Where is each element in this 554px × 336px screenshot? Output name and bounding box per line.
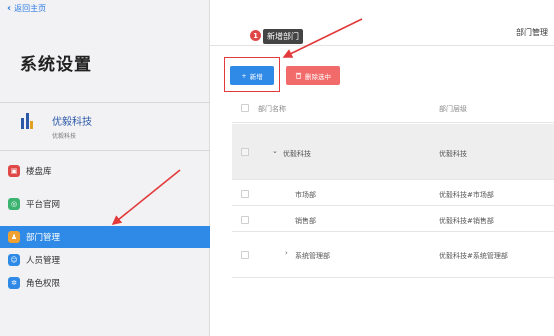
cell-department-name: 市场部 <box>295 191 316 199</box>
cell-department-name: 销售部 <box>295 217 316 225</box>
table-row[interactable]: 市场部 优毅科技#市场部 <box>232 181 554 206</box>
sidebar-item-roles[interactable]: ✲ 角色权限 <box>0 272 210 294</box>
org-subtitle: 优毅科技 <box>52 133 77 140</box>
column-header-level: 部门层级 <box>439 105 467 113</box>
sidebar-item-label: 平台官网 <box>26 200 61 210</box>
sidebar-item-department[interactable]: ♟ 部门管理 <box>0 226 210 248</box>
sidebar: ‹ 返回主页 系统设置 优毅科技 优毅科技 ▣ 楼盘库 ◎ 平台官网 ♟ 部门管… <box>0 0 210 336</box>
row-checkbox[interactable] <box>241 148 249 156</box>
sidebar-item-label: 人员管理 <box>26 256 61 266</box>
globe-icon: ◎ <box>8 198 20 210</box>
cell-department-level: 优毅科技#系统管理部 <box>439 252 508 260</box>
sidebar-item-people[interactable]: ☺ 人员管理 <box>0 249 210 271</box>
column-header-name: 部门名称 <box>258 105 286 113</box>
hint-tooltip: 新增部门 <box>263 29 303 44</box>
select-all-checkbox[interactable] <box>241 104 249 112</box>
org-logo-icon <box>21 113 33 129</box>
expander-icon[interactable]: › <box>285 249 288 257</box>
cell-department-name: 系统管理部 <box>295 252 330 260</box>
sidebar-divider <box>0 150 210 151</box>
row-checkbox[interactable] <box>241 251 249 259</box>
row-checkbox[interactable] <box>241 216 249 224</box>
sidebar-item-website[interactable]: ◎ 平台官网 <box>0 193 210 215</box>
cell-department-level: 优毅科技#销售部 <box>439 217 494 225</box>
sidebar-item-label: 角色权限 <box>26 279 61 289</box>
building-icon: ▣ <box>8 165 20 177</box>
role-icon: ✲ <box>8 277 20 289</box>
sidebar-item-label: 楼盘库 <box>26 167 52 177</box>
table-row[interactable]: 销售部 优毅科技#销售部 <box>232 207 554 232</box>
back-home-label: 返回主页 <box>14 4 47 13</box>
expander-icon[interactable]: ⌄ <box>272 147 278 155</box>
chevron-left-icon: ‹ <box>7 2 12 14</box>
page-title: 部门管理 <box>516 28 548 37</box>
sidebar-item-building-library[interactable]: ▣ 楼盘库 <box>0 160 210 182</box>
trash-icon <box>295 72 302 79</box>
delete-selected-button[interactable]: 删除选中 <box>286 66 340 85</box>
top-bar: 部门管理 <box>210 0 554 46</box>
cell-department-level: 优毅科技#市场部 <box>439 191 494 199</box>
table-row[interactable]: ⌄ 优毅科技 优毅科技 <box>232 124 554 180</box>
row-checkbox[interactable] <box>241 190 249 198</box>
table-header-row: 部门名称 部门层级 <box>232 93 554 123</box>
app-window: ‹ 返回主页 系统设置 优毅科技 优毅科技 ▣ 楼盘库 ◎ 平台官网 ♟ 部门管… <box>0 0 554 336</box>
delete-button-label: 删除选中 <box>305 72 331 81</box>
sidebar-title: 系统设置 <box>20 55 92 75</box>
department-icon: ♟ <box>8 231 20 243</box>
org-name: 优毅科技 <box>52 117 92 128</box>
cell-department-name: 优毅科技 <box>283 150 311 158</box>
cell-department-level: 优毅科技 <box>439 150 467 158</box>
table-row[interactable]: › 系统管理部 优毅科技#系统管理部 <box>232 233 554 278</box>
people-icon: ☺ <box>8 254 20 266</box>
back-home-link[interactable]: ‹ 返回主页 <box>7 3 46 14</box>
sidebar-item-label: 部门管理 <box>26 233 61 243</box>
annotation-highlight-box <box>224 57 280 92</box>
step-badge: 1 <box>250 30 261 41</box>
